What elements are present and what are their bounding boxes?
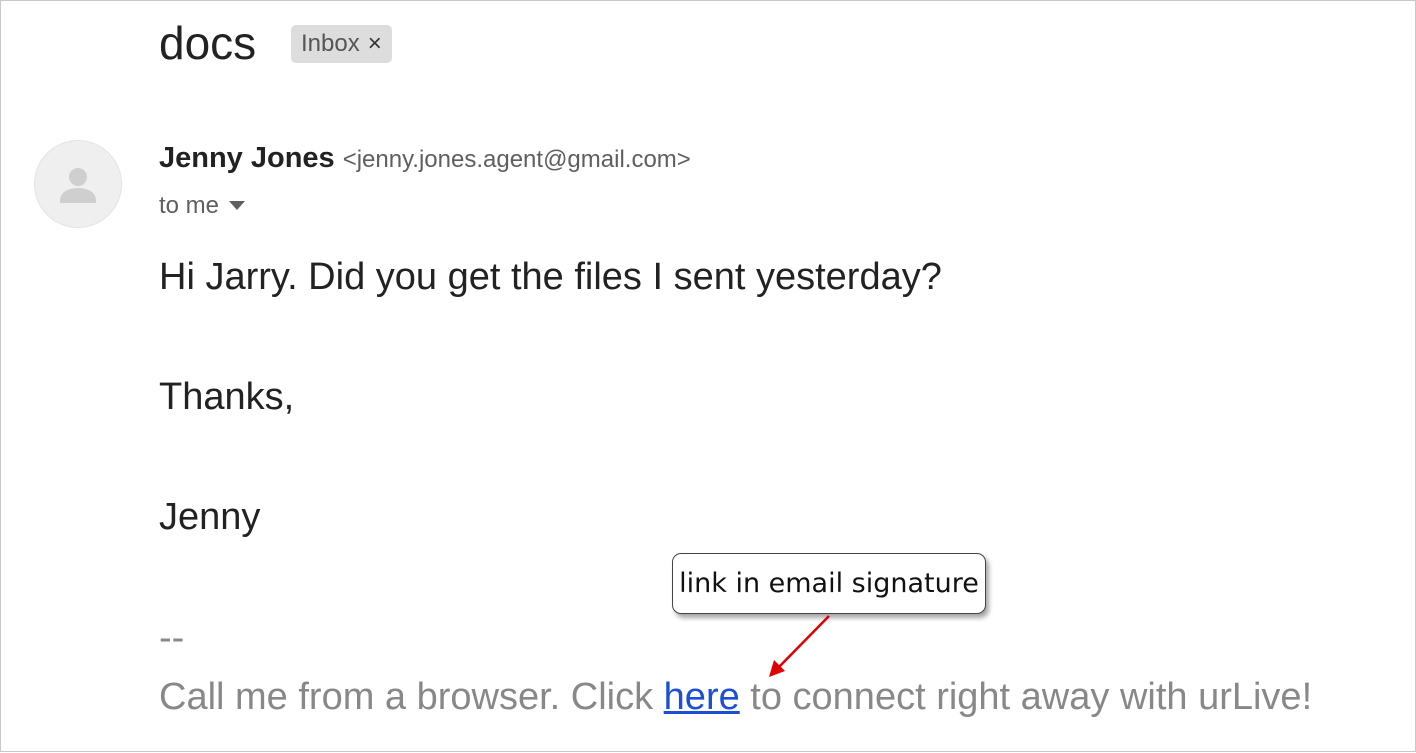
email-view: docs Inbox × Jenny Jones <jenny.jones.ag… (0, 0, 1416, 752)
signature-separator: -- (159, 617, 185, 659)
recipient-details-toggle[interactable]: to me (159, 189, 246, 223)
message-line-thanks: Thanks, (159, 376, 295, 418)
signature-link[interactable]: here (664, 676, 740, 718)
message-line-greeting: Hi Jarry. Did you get the files I sent y… (159, 256, 942, 298)
caret-down-icon[interactable] (229, 201, 246, 211)
signature-text: Call me from a browser. Click here to co… (159, 675, 1312, 719)
annotation-callout: link in email signature (672, 553, 986, 614)
sender-line: Jenny Jones <jenny.jones.agent@gmail.com… (159, 142, 691, 182)
sender-name[interactable]: Jenny Jones (159, 142, 335, 175)
label-chip-text: Inbox (301, 30, 360, 57)
signature-text-before: Call me from a browser. Click (159, 676, 664, 718)
inbox-label-chip: Inbox × (291, 25, 392, 63)
recipient-text: to me (159, 192, 220, 219)
signature-text-after: to connect right away with urLive! (739, 676, 1313, 718)
sender-avatar[interactable] (34, 140, 122, 228)
sender-email: <jenny.jones.agent@gmail.com> (342, 146, 691, 173)
email-subject: docs (159, 17, 257, 69)
remove-label-icon[interactable]: × (368, 32, 382, 56)
message-line-signoff: Jenny (159, 496, 261, 538)
person-silhouette-icon (60, 168, 96, 203)
